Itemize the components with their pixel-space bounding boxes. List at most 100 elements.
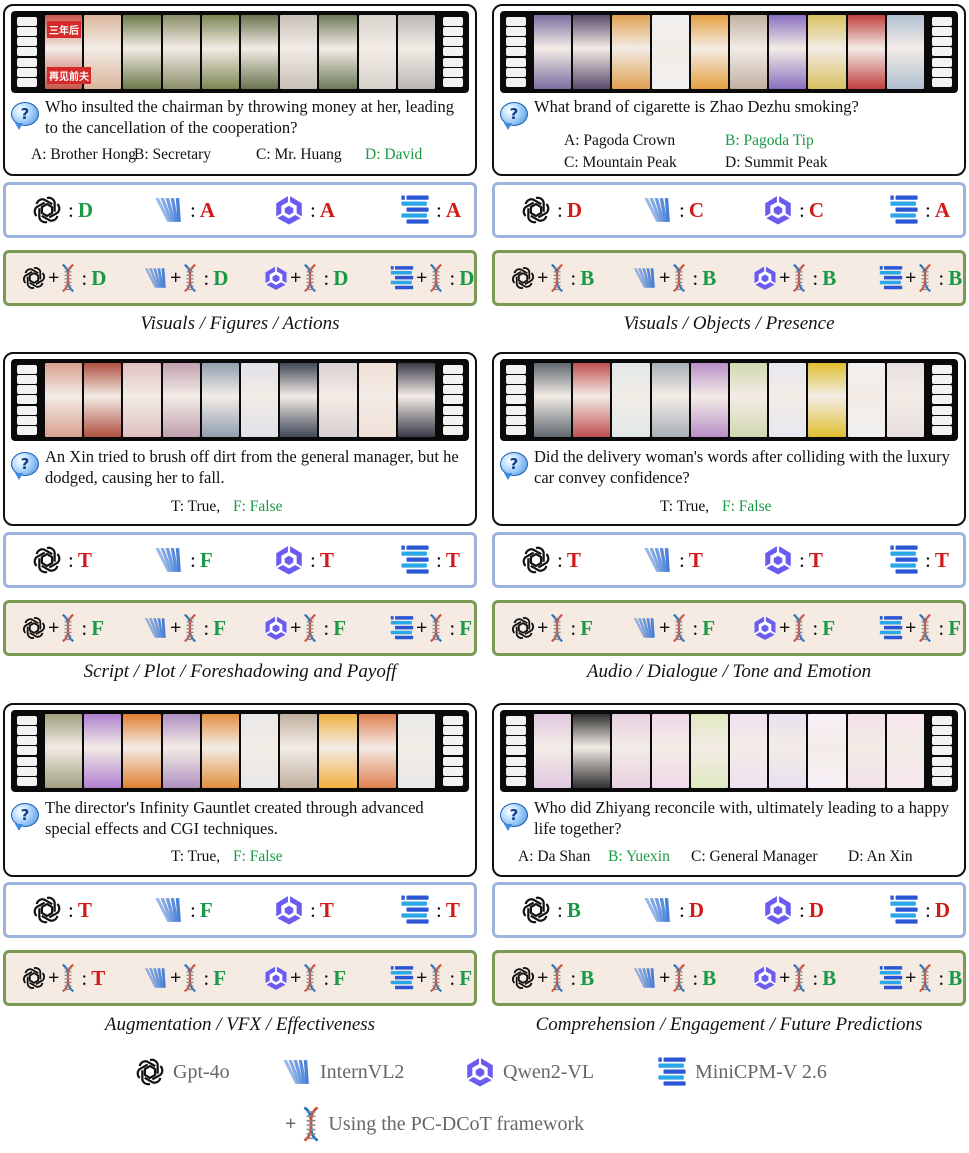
model-answer: :A: [887, 193, 950, 227]
separator: :: [310, 897, 316, 922]
separator: :: [68, 897, 74, 922]
video-frame: [397, 15, 436, 89]
plus-icon: +: [416, 266, 428, 289]
film-sprocket-holes: [506, 365, 526, 435]
sprocket-hole: [506, 766, 526, 776]
video-frame: [730, 15, 768, 89]
video-frame: [769, 363, 807, 437]
answer-label: T: [808, 547, 823, 572]
sprocket-hole: [443, 57, 463, 67]
model-answer: :D: [519, 193, 582, 227]
video-frame: [84, 363, 122, 437]
sprocket-hole: [932, 27, 952, 37]
sprocket-hole: [17, 57, 37, 67]
video-frame: [808, 363, 846, 437]
video-frame: [847, 15, 885, 89]
sprocket-hole: [506, 425, 526, 435]
minicpm-icon: [655, 1055, 689, 1089]
model-answer: :T: [398, 893, 460, 927]
correct-option: B: Yuexin: [608, 848, 670, 865]
answer-label: B: [580, 965, 595, 990]
answer-label: A: [934, 197, 951, 222]
sprocket-hole: [506, 776, 526, 786]
answer-label: F: [822, 615, 836, 640]
video-frame: [123, 714, 161, 788]
model-answer: :D: [30, 193, 93, 227]
video-frame: [690, 15, 729, 89]
model-answer-with-framework: +: F: [388, 613, 472, 643]
answer-label: B: [702, 965, 717, 990]
separator: :: [203, 965, 210, 990]
category-caption: Script / Plot / Foreshadowing and Payoff: [83, 661, 397, 682]
video-frame: [573, 15, 611, 89]
model-answer-with-framework: +: B: [509, 263, 594, 293]
film-sprocket-holes: [506, 716, 526, 786]
video-frames: [45, 363, 436, 437]
option: A: Pagoda Crown: [564, 132, 676, 149]
video-frames: [534, 15, 925, 89]
answer-label: F: [459, 965, 473, 990]
sprocket-hole: [932, 395, 952, 405]
sprocket-hole: [932, 385, 952, 395]
answer-label: T: [91, 965, 106, 990]
internvl-icon: [641, 193, 675, 227]
plus-icon: +: [48, 616, 60, 639]
model-answer: :A: [398, 193, 461, 227]
model-answer: :T: [761, 543, 823, 577]
plus-icon: +: [170, 266, 182, 289]
model-answer-with-framework: +: D: [388, 263, 474, 293]
option: T: True,: [171, 848, 221, 865]
video-frame: [651, 363, 689, 437]
answer-label: B: [580, 265, 595, 290]
sprocket-hole: [506, 385, 526, 395]
sprocket-hole: [443, 67, 463, 77]
model-answer-with-framework: +: B: [631, 963, 716, 993]
video-filmstrip: [500, 11, 958, 93]
model-answer-with-framework: +: F: [20, 613, 104, 643]
sprocket-hole: [443, 746, 463, 756]
video-frame: [123, 363, 161, 437]
film-sprocket-holes: [17, 365, 37, 435]
sprocket-hole: [17, 756, 37, 766]
video-frame: [45, 714, 83, 788]
model-answer-with-framework: +: F: [142, 613, 226, 643]
internvl-icon: [152, 543, 186, 577]
gpt-icon: [20, 964, 48, 992]
sprocket-hole: [17, 27, 37, 37]
question-text: An Xin tried to brush off dirt from the …: [45, 447, 459, 487]
sprocket-hole: [506, 716, 526, 725]
sprocket-hole: [443, 395, 463, 405]
separator: :: [81, 965, 88, 990]
minicpm-icon: [388, 264, 416, 292]
video-frame: [847, 363, 885, 437]
sprocket-hole: [932, 726, 952, 736]
gpt-icon: [519, 893, 553, 927]
model-answer-with-framework: +: F: [262, 963, 346, 993]
pcdcot-answers-row: +: F +: F +: F +: F: [492, 600, 966, 656]
minicpm-icon: [877, 614, 905, 642]
film-sprocket-holes: [443, 716, 463, 786]
answer-label: F: [580, 615, 594, 640]
sprocket-hole: [506, 415, 526, 425]
answer-label: D: [566, 197, 583, 222]
video-frame: [534, 714, 572, 788]
answer-label: F: [199, 897, 213, 922]
sprocket-hole: [443, 385, 463, 395]
question-icon: ?: [11, 803, 39, 831]
answer-label: F: [948, 615, 962, 640]
video-filmstrip: [11, 359, 469, 441]
answer-label: F: [333, 965, 347, 990]
option: D: An Xin: [848, 848, 913, 865]
separator: :: [925, 547, 931, 572]
category-caption: Audio / Dialogue / Tone and Emotion: [586, 661, 872, 682]
separator: :: [938, 615, 945, 640]
plus-icon: +: [537, 966, 549, 989]
sprocket-hole: [443, 37, 463, 47]
sprocket-hole: [932, 756, 952, 766]
separator: :: [323, 265, 330, 290]
video-frame: [241, 363, 279, 437]
sprocket-hole: [506, 726, 526, 736]
dna-icon: [548, 263, 566, 293]
answer-label: T: [566, 547, 581, 572]
sprocket-hole: [17, 736, 37, 746]
